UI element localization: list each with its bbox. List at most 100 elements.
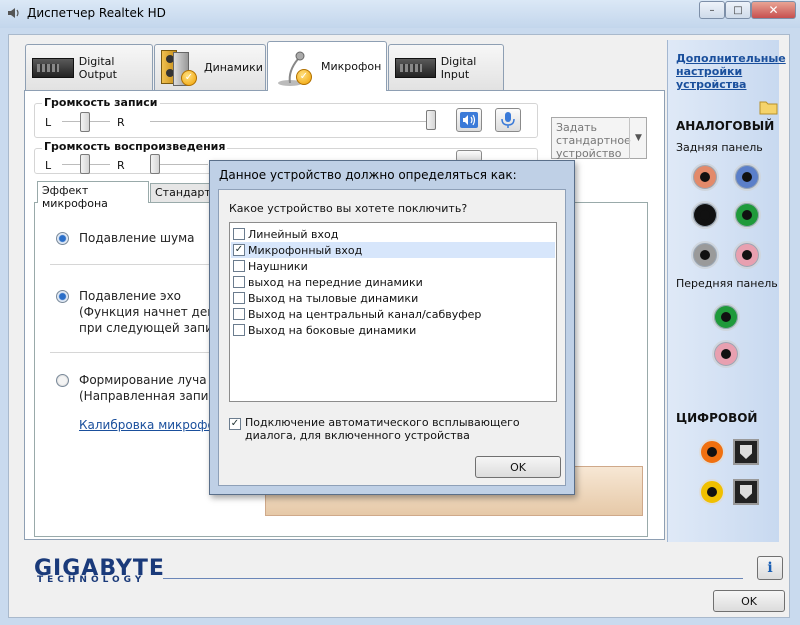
dialog-question: Какое устройство вы хотете поключить? xyxy=(229,202,468,215)
tab-speakers[interactable]: ✓ Динамики xyxy=(154,44,266,90)
front-jack-green[interactable] xyxy=(712,303,740,331)
digital-output-device-icon xyxy=(32,57,74,78)
optical-spdif-jack[interactable] xyxy=(733,439,759,465)
subtab-mic-effect[interactable]: Эффект микрофона xyxy=(37,181,149,210)
tab-label: Digital Input xyxy=(440,54,477,81)
beam-forming-desc: (Направленная запись xyxy=(79,389,223,403)
left-label: L xyxy=(45,159,52,172)
folder-icon[interactable] xyxy=(759,98,779,116)
chevron-down-icon[interactable]: ▼ xyxy=(629,117,647,159)
maximize-button[interactable]: □ xyxy=(725,1,751,19)
front-panel-label: Передняя панель xyxy=(676,277,778,290)
rear-jack-blue[interactable] xyxy=(733,163,761,191)
coaxial-spdif-in-jack[interactable] xyxy=(699,479,725,505)
auto-popup-option[interactable]: ✓ Подключение автоматического всплывающе… xyxy=(229,416,559,442)
tab-label: Динамики xyxy=(204,61,263,74)
rear-jack-pink[interactable] xyxy=(733,241,761,269)
rear-jack-grey[interactable] xyxy=(691,241,719,269)
checkbox-checked[interactable]: ✓ xyxy=(233,244,245,256)
mic-calibration-link[interactable]: Калибровка микрофо xyxy=(79,418,215,432)
dialog-title: Данное устройство должно определяться ка… xyxy=(219,168,517,182)
analog-title: АНАЛОГОВЫЙ xyxy=(676,119,775,133)
auto-popup-label: Подключение автоматического всплывающего… xyxy=(245,416,520,442)
microphone-icon xyxy=(501,112,515,128)
optical-spdif-in-jack[interactable] xyxy=(733,479,759,505)
rear-panel-label: Задняя панель xyxy=(676,141,763,154)
advanced-settings-link[interactable]: Дополнительные настройки устройства xyxy=(676,52,786,91)
subtab-default-format[interactable]: Стандартн xyxy=(150,183,212,202)
digital-input-device-icon xyxy=(395,57,436,78)
tab-digital-input[interactable]: Digital Input xyxy=(388,44,504,90)
speakers-icon: ✓ xyxy=(161,49,199,86)
dialog-ok-button[interactable]: OK xyxy=(475,456,561,478)
list-item-label: Выход на центральный канал/сабвуфер xyxy=(248,307,482,321)
divider xyxy=(50,264,210,265)
volume-track xyxy=(150,121,436,123)
front-jack-pink[interactable] xyxy=(712,340,740,368)
window-title: Диспетчер Realtek HD xyxy=(27,6,166,20)
rear-jack-orange[interactable] xyxy=(691,163,719,191)
checkbox[interactable] xyxy=(233,292,245,304)
app-speaker-icon xyxy=(8,8,19,18)
auto-popup-checkbox[interactable]: ✓ xyxy=(229,418,241,430)
divider xyxy=(50,352,210,353)
tab-label: Digital Output xyxy=(78,54,117,81)
recording-balance-slider[interactable] xyxy=(80,112,90,132)
list-item-label: Выход на боковые динамики xyxy=(248,323,417,337)
mute-recording-button[interactable] xyxy=(456,108,482,132)
recording-volume-legend: Громкость записи xyxy=(42,96,160,109)
echo-cancellation-radio[interactable] xyxy=(56,290,69,303)
right-label: R xyxy=(117,159,125,172)
list-item[interactable]: Выход на тыловые динамики xyxy=(231,290,555,306)
minimize-button[interactable]: – xyxy=(699,1,725,19)
echo-cancellation-desc: при следующей запис xyxy=(79,321,220,335)
list-item-label: Выход на тыловые динамики xyxy=(248,291,419,305)
tab-label: Микрофон xyxy=(321,60,382,73)
checkbox[interactable] xyxy=(233,260,245,272)
list-item-label: Линейный вход xyxy=(248,227,339,241)
digital-title: ЦИФРОВОЙ xyxy=(676,411,758,425)
list-item-label: Наушники xyxy=(248,259,308,273)
ok-button[interactable]: OK xyxy=(713,590,785,612)
echo-cancellation-desc: (Функция начнет дейст xyxy=(79,305,229,319)
close-button[interactable]: ✕ xyxy=(751,1,796,19)
list-item[interactable]: Выход на центральный канал/сабвуфер xyxy=(231,306,555,322)
playback-volume-legend: Громкость воспроизведения xyxy=(42,140,228,153)
dialog-body: Какое устройство вы хотете поключить? Ли… xyxy=(218,189,566,486)
playback-balance-slider[interactable] xyxy=(80,154,90,174)
microphone-icon: ✓ xyxy=(274,47,316,87)
list-item[interactable]: ✓ Микрофонный вход xyxy=(231,242,555,258)
microphone-monitor-button[interactable] xyxy=(495,108,521,132)
info-button[interactable]: i xyxy=(757,556,783,580)
left-label: L xyxy=(45,116,52,129)
list-item[interactable]: Линейный вход xyxy=(231,226,555,242)
tab-digital-output[interactable]: Digital Output xyxy=(25,44,153,90)
recording-volume-slider[interactable] xyxy=(426,110,436,130)
device-type-dialog: Данное устройство должно определяться ка… xyxy=(209,160,575,495)
beam-forming-radio[interactable] xyxy=(56,374,69,387)
right-label: R xyxy=(117,116,125,129)
divider xyxy=(163,578,743,579)
rear-jack-black[interactable] xyxy=(691,201,719,229)
list-item[interactable]: Наушники xyxy=(231,258,555,274)
noise-suppression-label: Подавление шума xyxy=(79,231,195,245)
speaker-volume-icon xyxy=(460,112,478,128)
list-item-label: Микрофонный вход xyxy=(248,243,363,257)
info-icon: i xyxy=(767,560,773,576)
dropdown-label: Задать стандартное устройство xyxy=(556,121,631,160)
checkbox[interactable] xyxy=(233,228,245,240)
echo-cancellation-label: Подавление эхо xyxy=(79,289,182,303)
checkbox[interactable] xyxy=(233,276,245,288)
list-item-label: выход на передние динамики xyxy=(248,275,423,289)
list-item[interactable]: Выход на боковые динамики xyxy=(231,322,555,338)
coaxial-spdif-jack[interactable] xyxy=(699,439,725,465)
rear-jack-green[interactable] xyxy=(733,201,761,229)
noise-suppression-radio[interactable] xyxy=(56,232,69,245)
gigabyte-logo-sub: TECHNOLOGY xyxy=(37,575,146,585)
playback-volume-slider[interactable] xyxy=(150,154,160,174)
list-item[interactable]: выход на передние динамики xyxy=(231,274,555,290)
device-type-list: Линейный вход ✓ Микрофонный вход Наушники… xyxy=(229,222,557,402)
tab-microphone[interactable]: ✓ Микрофон xyxy=(267,41,387,91)
checkbox[interactable] xyxy=(233,324,245,336)
checkbox[interactable] xyxy=(233,308,245,320)
